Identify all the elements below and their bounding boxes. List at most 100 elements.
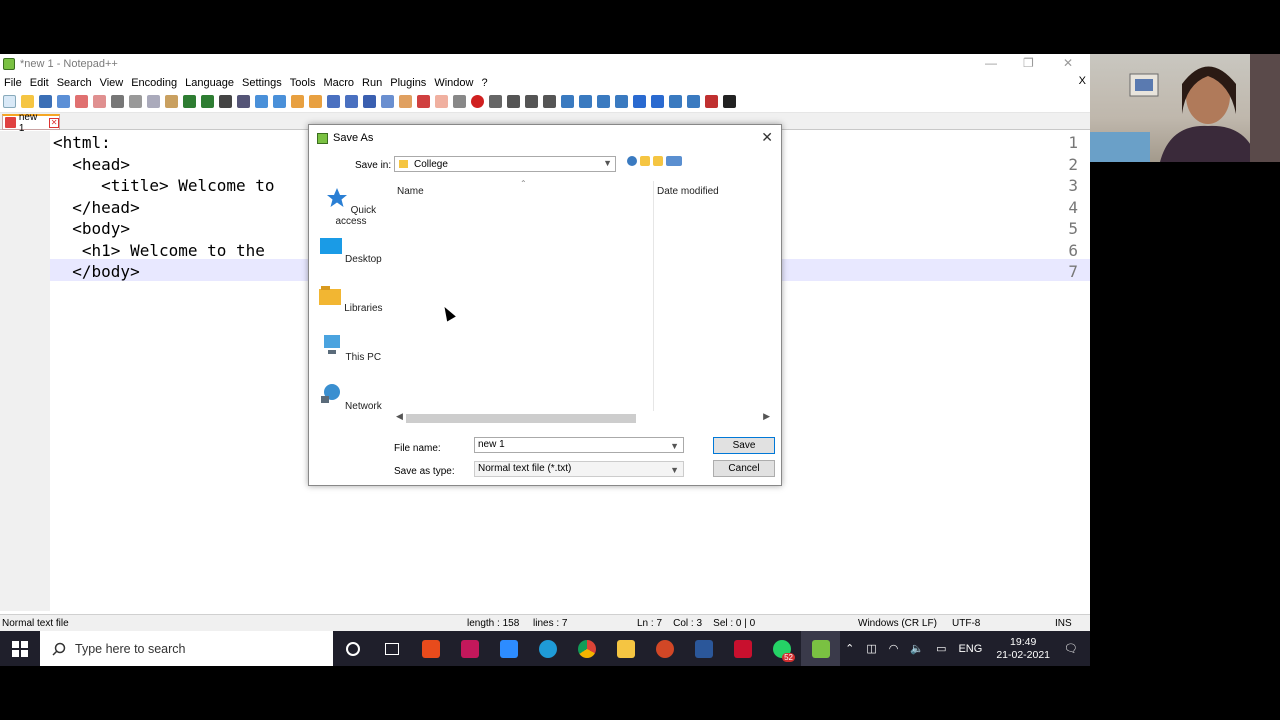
file-explorer-icon[interactable] xyxy=(606,631,645,666)
menu-run[interactable]: Run xyxy=(362,77,382,89)
save-as-type-dropdown[interactable]: Normal text file (*.txt) ▼ xyxy=(474,461,684,477)
tab-close-icon[interactable]: ✕ xyxy=(49,117,59,128)
indent-guide-icon[interactable] xyxy=(363,95,376,108)
app-red-icon[interactable] xyxy=(450,631,489,666)
menu-language[interactable]: Language xyxy=(185,77,234,89)
play-macro-icon[interactable] xyxy=(507,95,520,108)
notification-icon[interactable]: 🗨 xyxy=(1064,642,1078,655)
open-file-icon[interactable] xyxy=(21,95,34,108)
code-line[interactable]: <title> Welcome to xyxy=(53,176,274,195)
menu-edit[interactable]: Edit xyxy=(30,77,49,89)
menu-plugins[interactable]: Plugins xyxy=(390,77,426,89)
view-menu-icon[interactable] xyxy=(666,156,682,166)
start-button[interactable] xyxy=(0,631,40,666)
print-icon[interactable] xyxy=(111,95,124,108)
volume-icon[interactable]: 🔈 xyxy=(910,642,924,655)
scroll-right-icon[interactable]: ▶ xyxy=(763,411,770,422)
plugin-e-icon[interactable] xyxy=(669,95,682,108)
close-window-button[interactable]: ✕ xyxy=(1063,56,1073,70)
plugin-g-icon[interactable] xyxy=(723,95,736,108)
new-file-icon[interactable] xyxy=(3,95,16,108)
plugin-a-icon[interactable] xyxy=(561,95,574,108)
zoom-out-icon[interactable] xyxy=(273,95,286,108)
code-line[interactable]: <h1> Welcome to the xyxy=(53,241,265,260)
place-quick-access[interactable]: Quick access xyxy=(317,187,385,227)
plugin-b-icon[interactable] xyxy=(579,95,592,108)
wifi-icon[interactable]: ◠ xyxy=(889,642,899,655)
undo-icon[interactable] xyxy=(183,95,196,108)
horizontal-scrollbar[interactable]: ◀ ▶ xyxy=(394,411,776,425)
taskbar-search-box[interactable]: Type here to search xyxy=(40,631,333,666)
clock[interactable]: 19:49 21-02-2021 xyxy=(996,636,1050,662)
menu-window[interactable]: Window xyxy=(434,77,473,89)
doc-map-icon[interactable] xyxy=(399,95,412,108)
word-icon[interactable] xyxy=(684,631,723,666)
restore-button[interactable]: ❐ xyxy=(1023,56,1034,70)
sync-v-icon[interactable] xyxy=(291,95,304,108)
sync-h-icon[interactable] xyxy=(309,95,322,108)
zoom-icon[interactable] xyxy=(489,631,528,666)
column-name[interactable]: Name xyxy=(397,186,424,197)
close-icon[interactable] xyxy=(75,95,88,108)
column-divider[interactable] xyxy=(653,181,654,411)
dialog-close-button[interactable]: ✕ xyxy=(761,129,773,146)
battery-icon[interactable]: ▭ xyxy=(936,642,946,655)
notepadpp-taskbar-icon[interactable] xyxy=(801,631,840,666)
record-macro-icon[interactable] xyxy=(471,95,484,108)
redo-icon[interactable] xyxy=(201,95,214,108)
menu-search[interactable]: Search xyxy=(57,77,92,89)
menu-tools[interactable]: Tools xyxy=(290,77,316,89)
file-name-input[interactable]: new 1 ▼ xyxy=(474,437,684,453)
copy-icon[interactable] xyxy=(147,95,160,108)
code-line[interactable]: </head> xyxy=(53,198,139,217)
chevron-down-icon[interactable]: ▼ xyxy=(670,439,679,453)
plugin-d-icon[interactable] xyxy=(615,95,628,108)
arrow-down-icon[interactable] xyxy=(651,95,664,108)
show-all-chars-icon[interactable] xyxy=(345,95,358,108)
acrobat-icon[interactable] xyxy=(723,631,762,666)
place-desktop[interactable]: Desktop xyxy=(317,236,385,265)
function-list-icon[interactable] xyxy=(417,95,430,108)
cancel-button[interactable]: Cancel xyxy=(713,460,775,477)
save-all-icon[interactable] xyxy=(57,95,70,108)
spellcheck-icon[interactable] xyxy=(705,95,718,108)
tab-new-1[interactable]: new 1 ✕ xyxy=(2,112,60,134)
office-icon[interactable] xyxy=(411,631,450,666)
cortana-icon[interactable] xyxy=(333,631,372,666)
scrollbar-thumb[interactable] xyxy=(406,414,636,423)
up-folder-icon[interactable] xyxy=(640,156,650,166)
word-wrap-icon[interactable] xyxy=(327,95,340,108)
plugin-f-icon[interactable] xyxy=(687,95,700,108)
edge-icon[interactable] xyxy=(528,631,567,666)
task-view-icon[interactable] xyxy=(372,631,411,666)
close-document-x[interactable]: X xyxy=(1079,75,1086,87)
run-macro-multiple-icon[interactable] xyxy=(525,95,538,108)
zoom-in-icon[interactable] xyxy=(255,95,268,108)
cut-icon[interactable] xyxy=(129,95,142,108)
file-list[interactable]: ⌃ Name Date modified xyxy=(394,179,780,423)
folder-workspace-icon[interactable] xyxy=(435,95,448,108)
code-line[interactable]: <html: xyxy=(53,133,111,152)
save-icon[interactable] xyxy=(39,95,52,108)
code-line[interactable]: <head> xyxy=(53,155,130,174)
save-button[interactable]: Save xyxy=(713,437,775,454)
new-folder-icon[interactable] xyxy=(653,156,663,166)
column-date-modified[interactable]: Date modified xyxy=(657,186,719,197)
paste-icon[interactable] xyxy=(165,95,178,108)
close-all-icon[interactable] xyxy=(93,95,106,108)
menu-file[interactable]: File xyxy=(4,77,22,89)
monitoring-icon[interactable] xyxy=(453,95,466,108)
whatsapp-icon[interactable]: 52 xyxy=(762,631,801,666)
code-line[interactable]: <body> xyxy=(53,219,130,238)
place-network[interactable]: Network xyxy=(317,383,385,412)
place-libraries[interactable]: Libraries xyxy=(317,285,385,314)
menu-help[interactable]: ? xyxy=(481,77,487,89)
save-in-dropdown[interactable]: College ▼ xyxy=(394,156,616,172)
minimize-button[interactable]: — xyxy=(985,56,997,70)
stop-macro-icon[interactable] xyxy=(489,95,502,108)
menu-macro[interactable]: Macro xyxy=(323,77,354,89)
scroll-left-icon[interactable]: ◀ xyxy=(396,411,403,422)
meet-now-icon[interactable]: ◫ xyxy=(866,642,876,655)
menu-encoding[interactable]: Encoding xyxy=(131,77,177,89)
menu-view[interactable]: View xyxy=(100,77,124,89)
